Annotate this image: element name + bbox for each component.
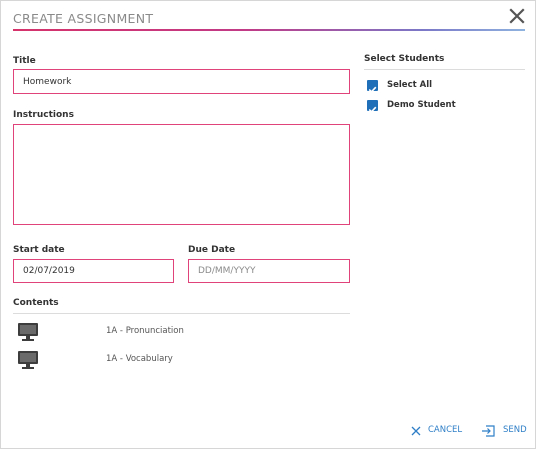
instructions-label: Instructions — [13, 110, 74, 120]
contents-divider — [13, 313, 350, 314]
send-button[interactable]: SEND — [481, 424, 527, 438]
cancel-label: CANCEL — [428, 425, 463, 435]
cancel-button[interactable]: CANCEL — [411, 424, 466, 438]
start-date-label: Start date — [13, 245, 65, 255]
send-icon — [482, 425, 495, 437]
demo-student-checkbox[interactable] — [367, 100, 378, 113]
monitor-icon — [18, 351, 38, 369]
start-date-input[interactable] — [13, 259, 174, 283]
demo-student-label: Demo Student — [387, 100, 456, 110]
dialog-header: CREATE ASSIGNMENT — [13, 8, 525, 29]
due-date-label: Due Date — [188, 245, 236, 255]
content-item-name: 1A - Vocabulary — [106, 354, 173, 364]
select-students-heading: Select Students — [364, 54, 445, 64]
monitor-icon — [18, 323, 38, 341]
title-label: Title — [13, 56, 36, 66]
close-icon — [509, 8, 525, 24]
instructions-textarea[interactable] — [13, 124, 350, 225]
send-label: SEND — [503, 425, 527, 435]
content-item-name: 1A - Pronunciation — [106, 326, 184, 336]
select-all-label: Select All — [387, 80, 433, 90]
title-input[interactable] — [13, 69, 350, 94]
close-icon — [411, 426, 421, 436]
header-divider — [13, 29, 525, 31]
create-assignment-dialog: CREATE ASSIGNMENT Title Instructions Sta… — [0, 0, 536, 449]
content-item[interactable]: 1A - Pronunciation — [17, 321, 347, 343]
due-date-input[interactable] — [188, 259, 350, 283]
content-item[interactable]: 1A - Vocabulary — [17, 349, 347, 371]
students-divider — [364, 69, 525, 70]
checkmark-icon — [368, 86, 377, 93]
checkmark-icon — [368, 106, 377, 113]
dialog-title: CREATE ASSIGNMENT — [13, 11, 154, 26]
close-button[interactable] — [509, 8, 525, 24]
select-all-checkbox[interactable] — [367, 80, 378, 93]
contents-label: Contents — [13, 298, 59, 308]
